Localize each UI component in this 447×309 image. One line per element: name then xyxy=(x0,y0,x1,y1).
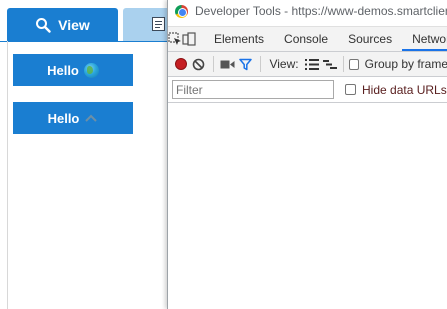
window-titlebar[interactable]: Developer Tools - https://www-demos.smar… xyxy=(168,0,447,22)
list-view-icon xyxy=(304,58,319,70)
window-title: Developer Tools - https://www-demos.smar… xyxy=(195,4,447,18)
devtools-tab-bar: Elements Console Sources Network xyxy=(168,26,447,52)
toolbar-separator xyxy=(212,56,214,72)
chrome-icon xyxy=(175,4,188,18)
waterfall-icon xyxy=(322,59,337,69)
hello-chevron-button[interactable]: Hello xyxy=(13,102,133,134)
hello-button-label: Hello xyxy=(47,110,80,126)
tab-elements[interactable]: Elements xyxy=(204,27,274,51)
filter-icon xyxy=(239,58,252,70)
globe-icon xyxy=(83,62,99,78)
record-icon xyxy=(174,58,187,70)
hello-globe-button[interactable]: Hello xyxy=(13,54,133,86)
network-requests-area xyxy=(168,104,447,309)
group-by-frame-label: Group by frame xyxy=(364,57,447,71)
capture-screenshots-button[interactable] xyxy=(219,53,237,75)
video-camera-icon xyxy=(220,60,235,68)
toolbar-separator xyxy=(343,56,345,72)
view-label: View: xyxy=(269,57,299,71)
tab-sources[interactable]: Sources xyxy=(338,27,402,51)
tab-view[interactable]: View xyxy=(7,8,118,41)
clear-button[interactable] xyxy=(190,53,208,75)
hide-data-urls-label: Hide data URLs xyxy=(362,82,447,97)
group-by-frame-checkbox[interactable] xyxy=(349,58,359,70)
hide-data-urls-checkbox[interactable] xyxy=(345,84,356,95)
tab-network[interactable]: Network xyxy=(402,27,447,51)
toolbar-separator xyxy=(259,56,261,72)
document-icon xyxy=(152,17,165,31)
filter-toggle-button[interactable] xyxy=(237,53,255,75)
filter-input[interactable] xyxy=(172,80,334,99)
tab-console[interactable]: Console xyxy=(274,27,338,51)
record-button[interactable] xyxy=(172,53,190,75)
overview-button[interactable] xyxy=(321,53,339,75)
tab-view-label: View xyxy=(58,16,90,33)
large-rows-button[interactable] xyxy=(303,53,321,75)
demo-content-area: Hello Hello xyxy=(0,41,167,309)
chevron-up-icon xyxy=(84,111,98,126)
network-toolbar: View: Group by frame xyxy=(168,52,447,77)
device-toolbar-icon[interactable] xyxy=(182,27,196,51)
hello-button-label: Hello xyxy=(47,62,79,78)
demo-tab-bar: View xyxy=(0,0,167,41)
hide-data-urls-option[interactable]: Hide data URLs xyxy=(345,83,447,97)
inspect-element-icon[interactable] xyxy=(168,27,182,51)
clear-icon xyxy=(193,58,205,70)
tab-details[interactable] xyxy=(123,8,167,41)
search-icon xyxy=(35,17,51,33)
devtools-window: Developer Tools - https://www-demos.smar… xyxy=(167,0,447,309)
filter-bar: Hide data URLs xyxy=(168,77,447,103)
demo-page: View Hello Hello xyxy=(0,0,167,309)
